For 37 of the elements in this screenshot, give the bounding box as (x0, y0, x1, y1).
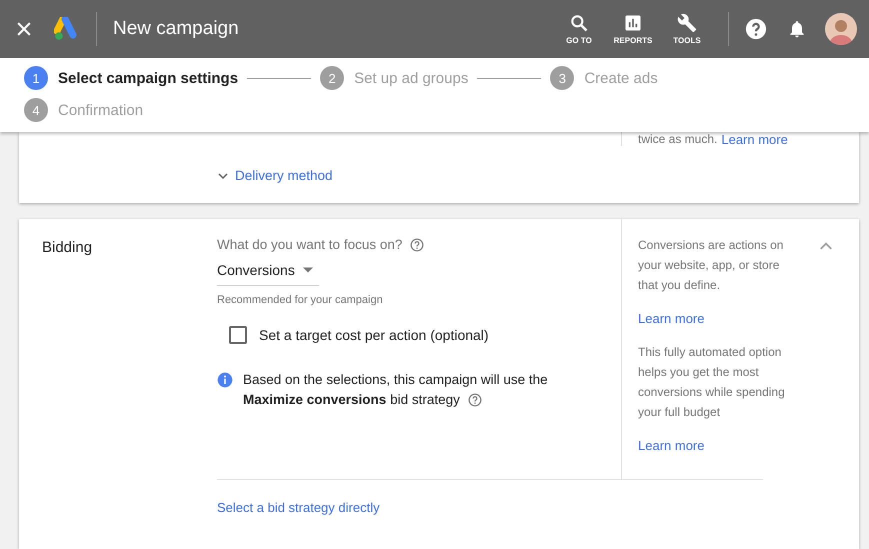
toolbar-button[interactable]: GO TO (554, 13, 604, 45)
toolbar-button[interactable]: REPORTS (608, 13, 658, 45)
delivery-method-toggle[interactable]: Delivery method (217, 168, 621, 183)
help-icon[interactable] (468, 393, 482, 408)
info-icon (217, 372, 233, 388)
side-note: twice as much. (638, 131, 718, 148)
collapse-button[interactable] (819, 241, 833, 251)
help-icon[interactable] (410, 238, 424, 252)
search-icon (569, 13, 589, 33)
checkbox[interactable] (229, 326, 247, 344)
focus-dropdown[interactable]: Conversions (217, 254, 319, 286)
help-button[interactable] (745, 18, 767, 40)
focus-question: What do you want to focus on? (217, 237, 402, 252)
info-text: Based on the selections, this campaign will use the Maximize conversions bid strategy (243, 371, 549, 410)
help-text: This fully automated option helps you get the most conversions while spending your full budget (638, 344, 786, 421)
checkbox-label: Set a target cost per action (optional) (259, 327, 489, 343)
step-number: 4 (24, 98, 48, 122)
dropdown-hint: Recommended for your campaign (217, 294, 384, 306)
step-label[interactable]: Create ads (584, 70, 658, 86)
avatar[interactable] (825, 13, 857, 45)
step-number: 2 (320, 66, 344, 90)
step-label[interactable]: Select campaign settings (58, 70, 238, 86)
bid-strategy-link[interactable]: Select a bid strategy directly (217, 500, 380, 515)
learn-more-link[interactable]: Learn more (638, 311, 795, 326)
toolbar-button[interactable]: TOOLS (662, 13, 712, 45)
caret-icon (302, 266, 313, 272)
section-title: Bidding (42, 239, 92, 256)
learn-more-link[interactable]: Learn more (638, 438, 795, 453)
wrench-icon (677, 13, 697, 33)
step-label[interactable]: Confirmation (58, 102, 144, 118)
help-text: Conversions are actions on your website, app, or store that you define. (638, 237, 784, 294)
bar-chart-icon (623, 13, 643, 33)
step-label[interactable]: Set up ad groups (354, 70, 468, 86)
step-number: 1 (24, 66, 48, 90)
learn-more-link[interactable]: Learn more (721, 132, 788, 146)
step-number: 3 (550, 66, 574, 90)
page-title: New campaign (113, 18, 239, 40)
